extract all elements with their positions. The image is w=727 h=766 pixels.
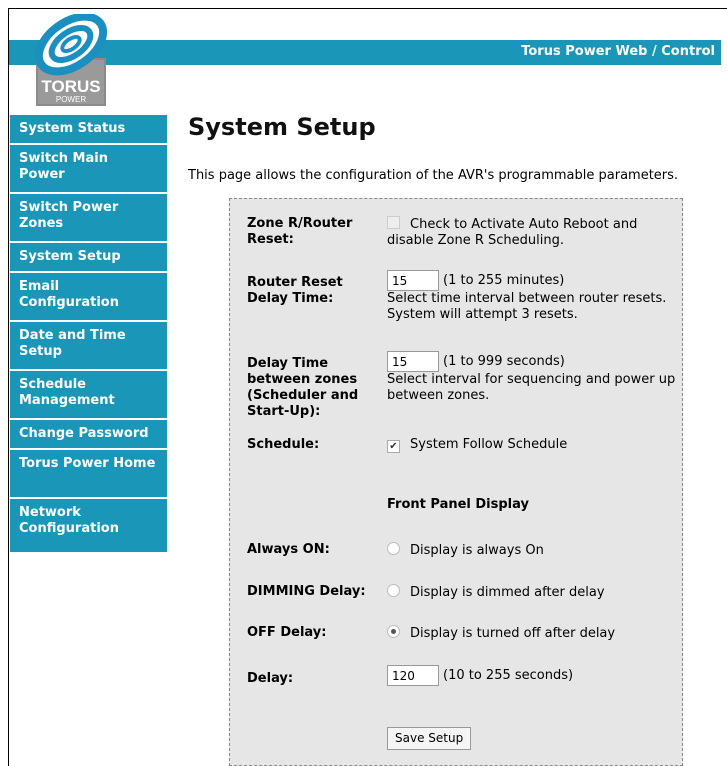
router-delay-range: (1 to 255 minutes): [443, 273, 565, 288]
svg-text:TORUS: TORUS: [41, 77, 100, 96]
sidebar-item-label: System Status: [19, 121, 126, 136]
off-delay-label: OFF Delay:: [247, 625, 327, 640]
save-setup-button[interactable]: Save Setup: [387, 727, 472, 750]
sidebar-item-label: Date and Time Setup: [19, 328, 126, 359]
schedule-checkbox[interactable]: ✔: [387, 440, 400, 453]
always-on-control: Display is always On: [387, 542, 544, 559]
front-panel-title: Front Panel Display: [387, 497, 529, 512]
router-delay-control: 15 (1 to 255 minutes) Select time interva…: [387, 270, 682, 323]
sidebar-item-schedule-management[interactable]: Schedule Management: [10, 371, 167, 420]
schedule-text: System Follow Schedule: [410, 437, 568, 452]
zone-delay-help: Select interval for sequencing and power…: [387, 372, 676, 403]
always-on-label: Always ON:: [247, 542, 330, 557]
sidebar-item-network-configuration[interactable]: Network Configuration: [10, 499, 167, 554]
sidebar-item-switch-power-zones[interactable]: Switch Power Zones: [10, 194, 167, 243]
off-delay-text: Display is turned off after delay: [410, 626, 616, 641]
router-delay-label: Router Reset Delay Time:: [247, 275, 343, 306]
delay-label: Delay:: [247, 671, 294, 686]
zone-reset-control: Check to Activate Auto Reboot and disabl…: [387, 216, 677, 249]
delay-range: (10 to 255 seconds): [443, 668, 574, 683]
sidebar-item-email-configuration[interactable]: Email Configuration: [10, 273, 167, 322]
svg-text:POWER: POWER: [56, 95, 86, 104]
zone-delay-input[interactable]: 15: [387, 351, 439, 372]
off-delay-control: Display is turned off after delay: [387, 625, 615, 642]
header-banner: Torus Power Web / Control: [9, 40, 721, 65]
dimming-radio[interactable]: [387, 584, 400, 597]
dimming-control: Display is dimmed after delay: [387, 584, 605, 601]
router-delay-input[interactable]: 15: [387, 270, 439, 291]
always-on-text: Display is always On: [410, 543, 544, 558]
schedule-control: ✔ System Follow Schedule: [387, 437, 567, 453]
sidebar-item-label: Torus Power Home: [19, 456, 156, 471]
zone-delay-control: 15 (1 to 999 seconds) Select interval for…: [387, 351, 682, 404]
delay-input[interactable]: 120: [387, 665, 439, 686]
sidebar-item-torus-power-home[interactable]: Torus Power Home: [10, 450, 167, 499]
router-delay-help: Select time interval between router rese…: [387, 291, 667, 322]
sidebar-item-system-setup[interactable]: System Setup: [10, 243, 167, 273]
sidebar-item-label: System Setup: [19, 249, 121, 264]
zone-reset-text: Check to Activate Auto Reboot and disabl…: [387, 217, 638, 248]
sidebar-item-label: Network Configuration: [19, 505, 119, 536]
sidebar-item-label: Schedule Management: [19, 377, 115, 408]
delay-control: 120 (10 to 255 seconds): [387, 665, 573, 686]
schedule-label: Schedule:: [247, 437, 320, 452]
zone-delay-label: Delay Time between zones (Scheduler and …: [247, 356, 359, 419]
banner-title: Torus Power Web / Control: [521, 44, 715, 59]
dimming-text: Display is dimmed after delay: [410, 585, 605, 600]
sidebar-item-label: Change Password: [19, 426, 149, 441]
sidebar-item-date-time-setup[interactable]: Date and Time Setup: [10, 322, 167, 371]
page-title: System Setup: [188, 113, 376, 141]
sidebar-item-label: Switch Power Zones: [19, 200, 119, 231]
torus-logo[interactable]: TORUS POWER: [28, 12, 114, 106]
always-on-radio[interactable]: [387, 542, 400, 555]
sidebar-item-switch-main-power[interactable]: Switch Main Power: [10, 145, 167, 194]
dimming-label: DIMMING Delay:: [247, 584, 366, 599]
zone-reset-checkbox[interactable]: [387, 216, 400, 229]
zone-delay-range: (1 to 999 seconds): [443, 354, 565, 369]
sidebar-item-label: Email Configuration: [19, 279, 119, 310]
sidebar-item-label: Switch Main Power: [19, 151, 108, 182]
page-intro: This page allows the configuration of th…: [188, 168, 679, 183]
sidebar-item-system-status[interactable]: System Status: [10, 115, 167, 145]
off-delay-radio[interactable]: [387, 625, 400, 638]
sidebar-nav: System Status Switch Main Power Switch P…: [10, 115, 167, 554]
zone-reset-label: Zone R/Router Reset:: [247, 216, 353, 247]
sidebar-item-change-password[interactable]: Change Password: [10, 420, 167, 450]
